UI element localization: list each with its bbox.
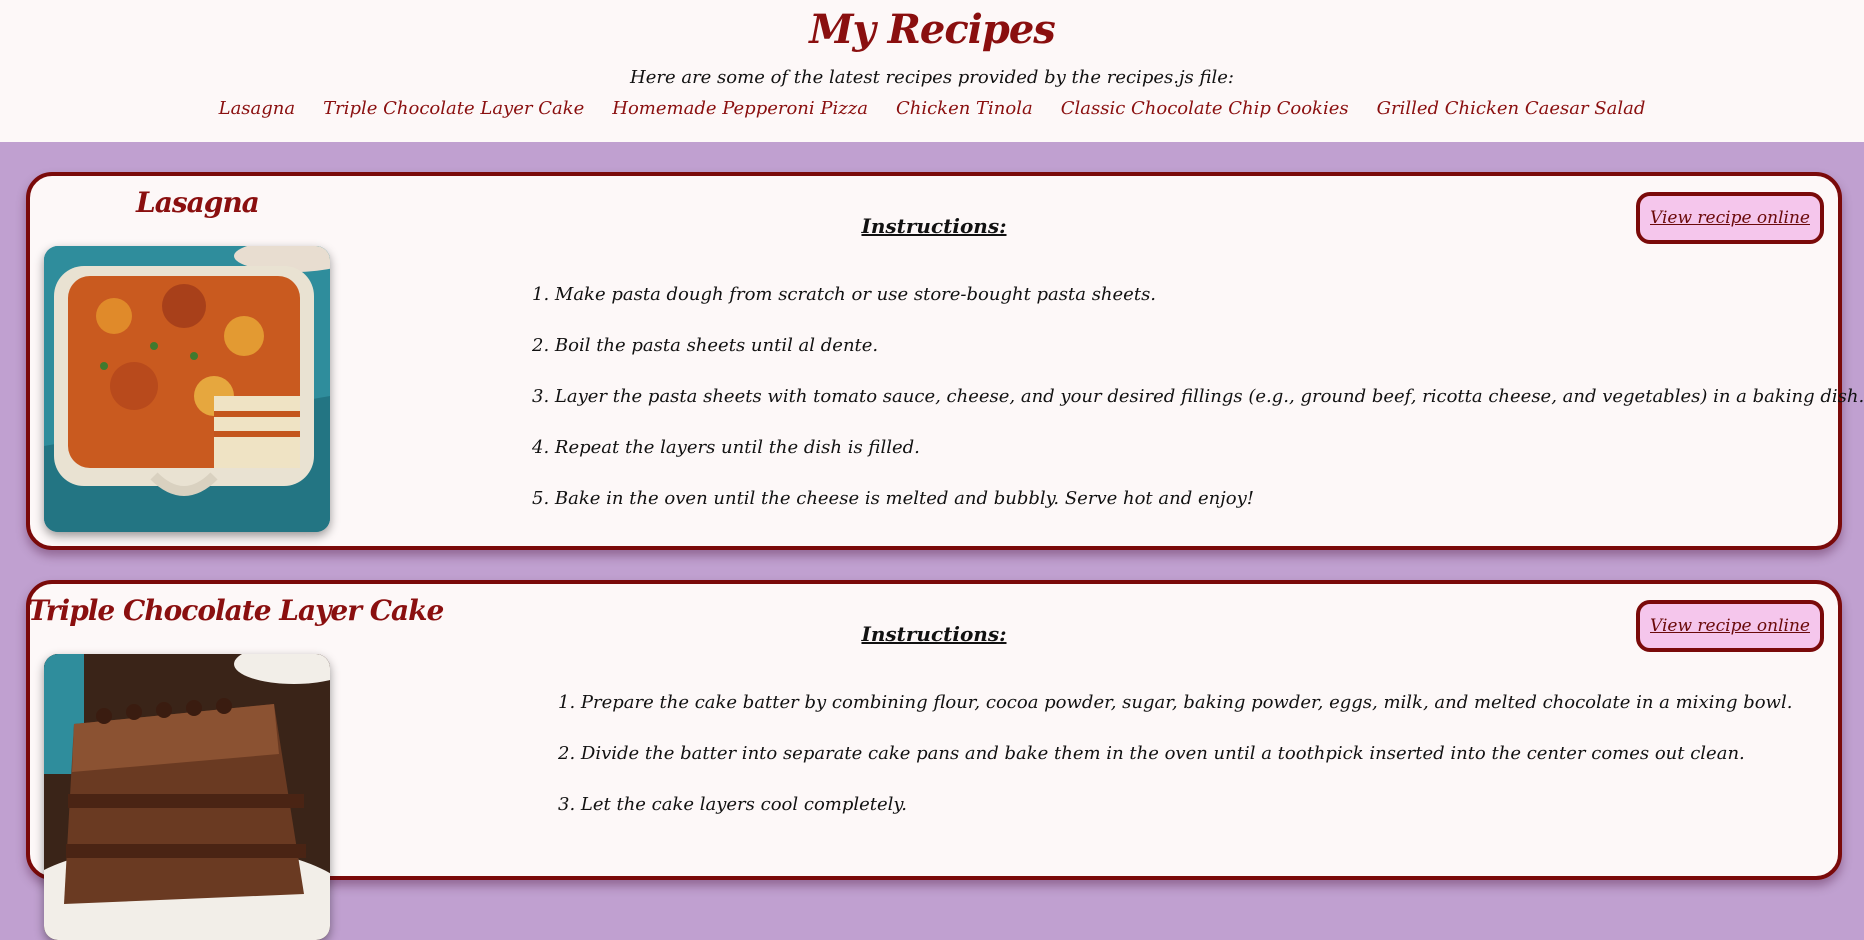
recipe-nav: Lasagna Triple Chocolate Layer Cake Home… (0, 98, 1864, 119)
nav-link-lasagna[interactable]: Lasagna (219, 98, 296, 119)
subtitle-text-end: file: (1193, 67, 1234, 88)
page-header: My Recipes Here are some of the latest r… (0, 0, 1864, 142)
nav-link-triple-chocolate-layer-cake[interactable]: Triple Chocolate Layer Cake (323, 98, 584, 119)
subtitle-text: Here are some of the latest recipes prov… (630, 67, 1107, 88)
view-recipe-online-button[interactable]: View recipe online (1636, 600, 1824, 652)
instructions-list: 1. Prepare the cake batter by combining … (558, 692, 1792, 845)
page-title: My Recipes (809, 6, 1056, 53)
nav-link-homemade-pepperoni-pizza[interactable]: Homemade Pepperoni Pizza (612, 98, 868, 119)
instruction-step: 2. Divide the batter into separate cake … (558, 743, 1745, 764)
recipe-card-triple-chocolate-layer-cake: Triple Chocolate Layer Cake Instructions… (26, 580, 1842, 940)
subtitle-filename: recipes.js (1106, 67, 1194, 88)
nav-link-chicken-tinola[interactable]: Chicken Tinola (896, 98, 1033, 119)
page-subtitle: Here are some of the latest recipes prov… (0, 67, 1864, 88)
instructions-heading: Instructions: (861, 622, 1007, 646)
instruction-step: 1. Make pasta dough from scratch or use … (532, 284, 1157, 305)
instruction-step: 5. Bake in the oven until the cheese is … (532, 488, 1255, 509)
view-recipe-online-button[interactable]: View recipe online (1636, 192, 1824, 244)
instruction-step: 4. Repeat the layers until the dish is f… (532, 437, 920, 458)
recipe-card-lasagna: Lasagna Instructions: 1. Make pasta doug… (26, 172, 1864, 550)
chocolate-cake-image (44, 654, 330, 940)
nav-link-classic-chocolate-chip-cookies[interactable]: Classic Chocolate Chip Cookies (1061, 98, 1349, 119)
instruction-step: 3. Layer the pasta sheets with tomato sa… (532, 386, 1864, 407)
nav-link-grilled-chicken-caesar-salad[interactable]: Grilled Chicken Caesar Salad (1377, 98, 1646, 119)
instructions-heading: Instructions: (861, 214, 1007, 238)
chocolate-cake-illustration (44, 654, 330, 940)
instruction-step: 2. Boil the pasta sheets until al dente. (532, 335, 879, 356)
instruction-step: 1. Prepare the cake batter by combining … (558, 692, 1793, 713)
lasagna-illustration (44, 246, 330, 532)
instruction-step: 3. Let the cake layers cool completely. (558, 794, 907, 815)
instructions-list: 1. Make pasta dough from scratch or use … (532, 284, 1864, 539)
lasagna-image (44, 246, 330, 532)
